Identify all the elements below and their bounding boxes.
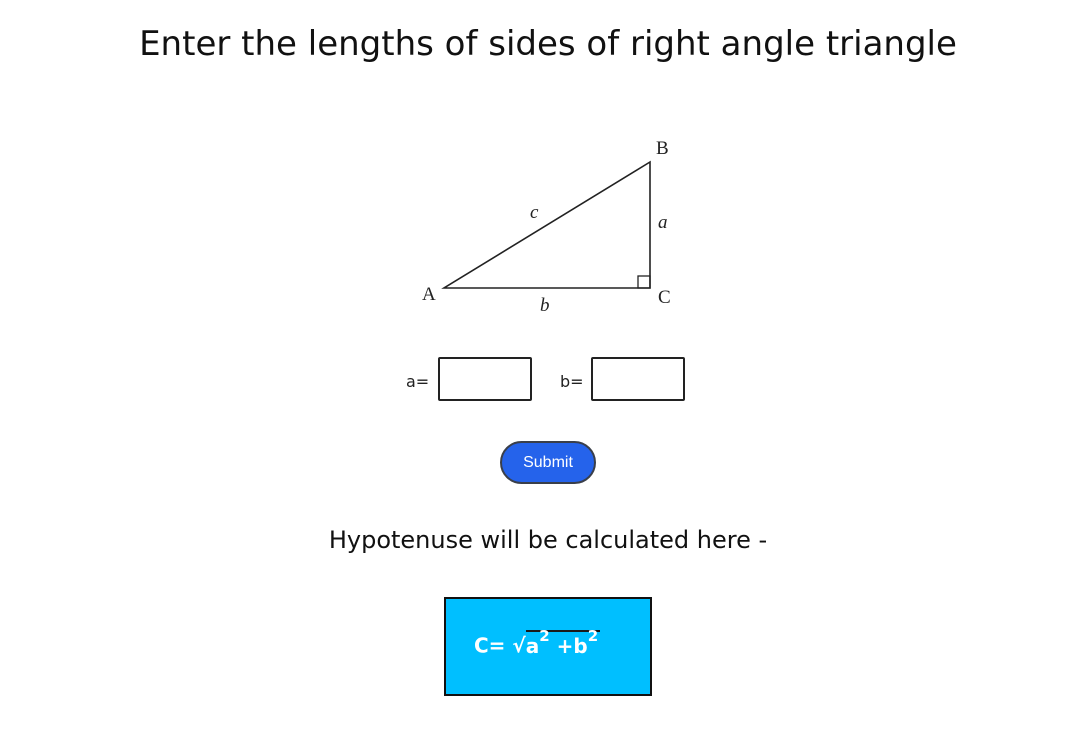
side-b-label-text: b= bbox=[560, 372, 584, 391]
vertex-c-label: C bbox=[658, 287, 671, 308]
side-input-row: a= b= bbox=[0, 357, 1089, 405]
formula-exp-a: 2 bbox=[539, 627, 550, 645]
side-a-input[interactable] bbox=[438, 357, 532, 401]
result-box: C= √a2 +b2 bbox=[444, 597, 652, 696]
side-a-label: a bbox=[658, 212, 668, 233]
triangle-shape bbox=[441, 160, 651, 289]
side-a-label-text: a= bbox=[406, 372, 430, 391]
formula-prefix: C= bbox=[474, 633, 506, 658]
formula-term-a: a bbox=[525, 633, 540, 658]
formula-term-b: +b bbox=[556, 633, 588, 658]
hypotenuse-formula: C= √a2 +b2 bbox=[474, 627, 601, 658]
vertex-b-label: B bbox=[656, 138, 669, 159]
page-title: Enter the lengths of sides of right angl… bbox=[139, 24, 957, 64]
vertex-a-label: A bbox=[422, 284, 436, 305]
submit-button[interactable]: Submit bbox=[500, 441, 596, 484]
side-b-label: b bbox=[540, 295, 550, 316]
side-c-label: c bbox=[530, 202, 539, 223]
formula-radicand: a2 +b2 bbox=[525, 627, 601, 658]
result-caption: Hypotenuse will be calculated here - bbox=[328, 526, 768, 554]
side-b-input[interactable] bbox=[591, 357, 685, 401]
formula-exp-b: 2 bbox=[587, 627, 599, 645]
radical-icon: √ bbox=[512, 633, 526, 658]
right-triangle-diagram: A B C c a b bbox=[422, 138, 671, 316]
right-angle-marker bbox=[637, 275, 651, 289]
